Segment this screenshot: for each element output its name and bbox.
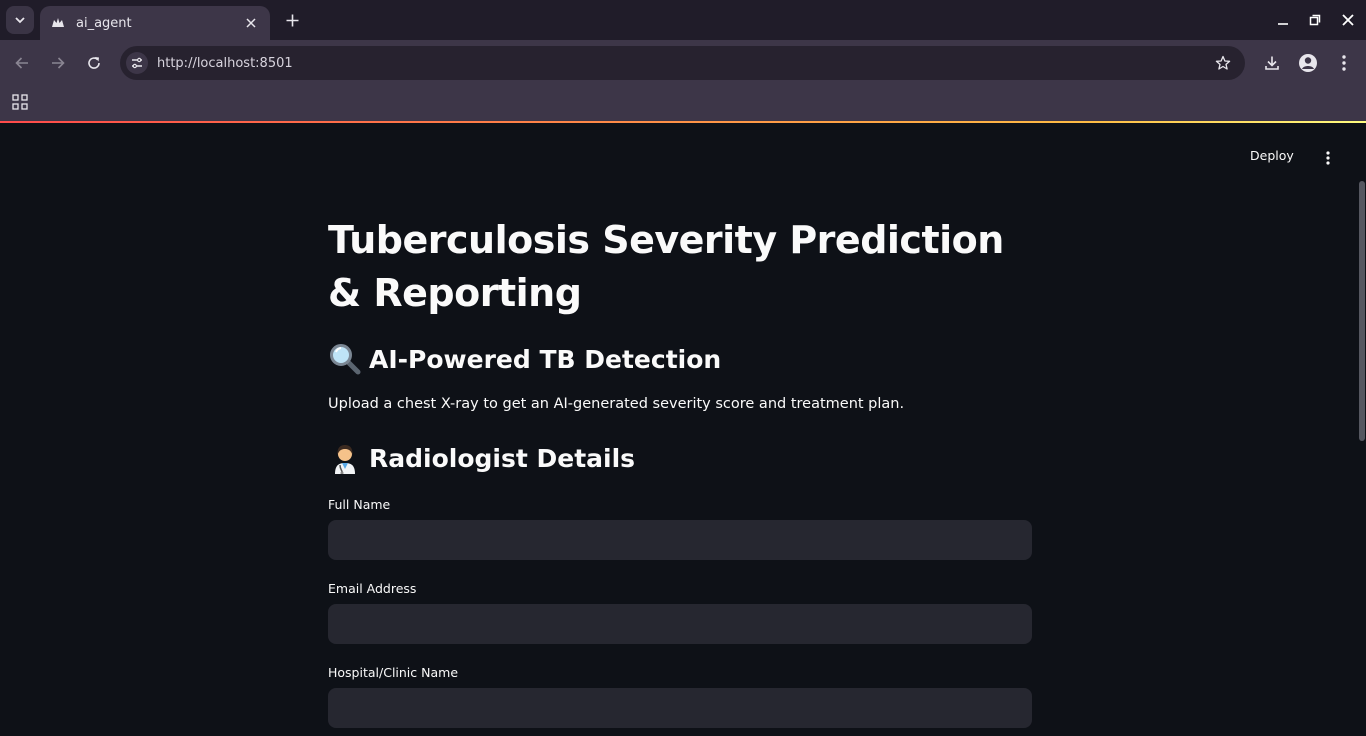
restore-icon[interactable] bbox=[1305, 10, 1325, 30]
radiologist-heading-text: Radiologist Details bbox=[369, 443, 636, 473]
reload-icon[interactable] bbox=[82, 51, 106, 75]
download-icon[interactable] bbox=[1260, 51, 1284, 75]
app-menu-icon[interactable] bbox=[1318, 147, 1338, 169]
browser-tab[interactable]: ai_agent bbox=[40, 6, 270, 40]
apps-grid-icon[interactable] bbox=[10, 92, 30, 112]
browser-tab-bar: ai_agent bbox=[0, 0, 1366, 40]
bookmarks-bar bbox=[0, 86, 1366, 121]
tab-list-icon bbox=[15, 17, 25, 24]
magnifier-emoji-icon bbox=[328, 342, 362, 376]
profile-icon[interactable] bbox=[1296, 51, 1320, 75]
app-description: Upload a chest X-ray to get an AI-genera… bbox=[328, 396, 905, 412]
email-label: Email Address bbox=[328, 581, 417, 596]
window-close-icon[interactable] bbox=[1338, 10, 1358, 30]
full-name-label: Full Name bbox=[328, 497, 391, 512]
address-bar[interactable]: http://localhost:8501 bbox=[120, 46, 1245, 80]
streamlit-favicon-icon bbox=[50, 15, 66, 31]
site-info-icon[interactable] bbox=[126, 52, 148, 74]
scrollbar-thumb[interactable] bbox=[1359, 181, 1365, 441]
close-icon[interactable] bbox=[242, 14, 260, 32]
forward-arrow-icon[interactable] bbox=[46, 51, 70, 75]
streamlit-app: Deploy Tuberculosis Severity Prediction … bbox=[0, 123, 1366, 736]
tab-title: ai_agent bbox=[76, 15, 132, 31]
url-text[interactable]: http://localhost:8501 bbox=[157, 56, 1211, 71]
hospital-label: Hospital/Clinic Name bbox=[328, 665, 459, 680]
minimize-icon[interactable] bbox=[1273, 10, 1293, 30]
star-icon[interactable] bbox=[1211, 51, 1235, 75]
deploy-button[interactable]: Deploy bbox=[1250, 148, 1294, 163]
kebab-menu-icon[interactable] bbox=[1332, 51, 1356, 75]
email-input[interactable] bbox=[328, 604, 1032, 644]
tab-list-button[interactable] bbox=[6, 6, 34, 34]
full-name-input[interactable] bbox=[328, 520, 1032, 560]
back-arrow-icon[interactable] bbox=[10, 51, 34, 75]
radiologist-heading: Radiologist Details bbox=[328, 441, 635, 475]
hospital-input[interactable] bbox=[328, 688, 1032, 728]
page-title: Tuberculosis Severity Prediction & Repor… bbox=[328, 218, 1004, 315]
plus-icon[interactable] bbox=[281, 9, 303, 31]
browser-toolbar: http://localhost:8501 bbox=[0, 40, 1366, 86]
health-worker-emoji-icon bbox=[328, 441, 362, 475]
detection-heading: AI-Powered TB Detection bbox=[328, 342, 721, 376]
detection-heading-text: AI-Powered TB Detection bbox=[369, 344, 722, 374]
